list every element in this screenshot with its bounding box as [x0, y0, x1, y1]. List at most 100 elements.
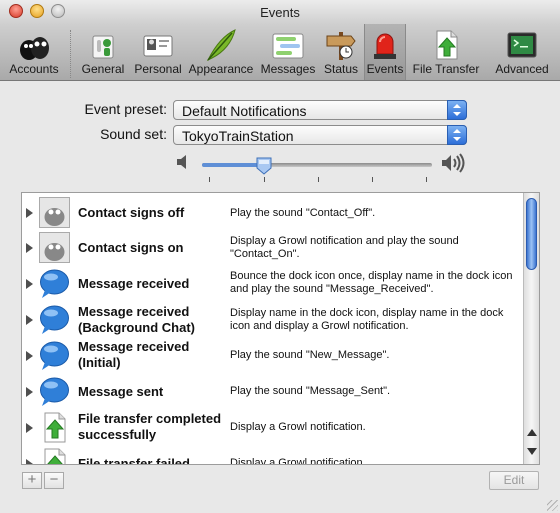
list-scrollbar[interactable] [523, 193, 539, 464]
event-name: Contact signs on [78, 240, 184, 255]
popup-arrows-icon [447, 125, 467, 145]
sound-set-label: Sound set: [100, 126, 167, 142]
volume-high-icon [441, 153, 467, 173]
event-description: Play the sound "Message_Sent". [230, 385, 391, 397]
volume-low-icon [176, 154, 190, 170]
event-description: Play the sound "New_Message". [230, 349, 390, 361]
event-name: File transfer completed successfully [78, 411, 222, 442]
toolbar-separator [70, 30, 71, 78]
volume-tick [426, 177, 427, 182]
toolbar-advanced[interactable]: Advanced [486, 24, 558, 80]
scroll-down-arrow-icon[interactable] [527, 448, 537, 455]
event-description: Display name in the dock icon, display n… [230, 307, 504, 332]
file-transfer-icon [429, 28, 463, 62]
disclosure-triangle-icon[interactable] [26, 423, 33, 433]
toolbar-label: Personal [134, 62, 182, 76]
speech-bubble-icon [39, 304, 70, 335]
events-list: Contact signs off Play the sound "Contac… [21, 192, 540, 465]
event-name: Message sent [78, 384, 164, 399]
event-row[interactable]: Message sent Play the sound "Message_Sen… [22, 374, 522, 410]
speech-bubble-icon [39, 376, 70, 407]
general-switch-icon [86, 28, 120, 62]
sound-set-popup[interactable]: TokyoTrainStation [173, 125, 467, 145]
contact-shadow-icon [39, 197, 70, 228]
toolbar-label: General [81, 62, 125, 76]
event-description: Display a Growl notification. [230, 421, 366, 433]
toolbar-general[interactable]: General [78, 24, 128, 80]
event-name: Message received (Initial) [78, 339, 190, 370]
toolbar-status[interactable]: Status [320, 24, 362, 80]
accounts-icon [17, 28, 51, 62]
toolbar-label: Status [323, 62, 359, 76]
event-row[interactable]: Message received (Background Chat) Displ… [22, 302, 522, 338]
resize-grip-icon[interactable] [547, 500, 558, 511]
volume-tick [318, 177, 319, 182]
preferences-toolbar: Accounts General Personal Appearance Mes… [0, 24, 560, 81]
toolbar-messages[interactable]: Messages [258, 24, 318, 80]
toolbar-label: Messages [260, 62, 316, 76]
file-transfer-icon [39, 448, 70, 464]
speech-bubble-icon [39, 340, 70, 371]
disclosure-triangle-icon[interactable] [26, 351, 33, 361]
remove-event-button[interactable]: − [44, 472, 64, 489]
events-pane: Event preset: Default Notifications Soun… [0, 81, 560, 513]
event-description: Display a Growl notification and play th… [230, 235, 459, 260]
popup-arrows-icon [447, 100, 467, 120]
siren-icon [368, 28, 402, 62]
feather-icon [204, 28, 238, 62]
disclosure-triangle-icon[interactable] [26, 279, 33, 289]
toolbar-file-transfer[interactable]: File Transfer [408, 24, 484, 80]
volume-tick [372, 177, 373, 182]
toolbar-appearance[interactable]: Appearance [186, 24, 256, 80]
disclosure-triangle-icon[interactable] [26, 243, 33, 253]
event-description: Display a Growl notification. [230, 457, 366, 465]
event-description: Play the sound "Contact_Off". [230, 207, 376, 219]
toolbar-label: Accounts [9, 62, 59, 76]
messages-icon [271, 28, 305, 62]
event-name: Message received (Background Chat) [78, 304, 195, 335]
event-row[interactable]: Message received Bounce the dock icon on… [22, 266, 522, 302]
toolbar-label: File Transfer [412, 62, 480, 76]
toolbar-label: Advanced [495, 62, 549, 76]
scrollbar-thumb[interactable] [526, 198, 537, 270]
volume-tick [209, 177, 210, 182]
scroll-up-arrow-icon[interactable] [527, 429, 537, 436]
volume-tick [264, 177, 265, 182]
volume-slider-track[interactable] [202, 163, 432, 167]
event-name: Contact signs off [78, 205, 185, 220]
sound-set-value: TokyoTrainStation [182, 128, 294, 144]
event-row[interactable]: File transfer failed Display a Growl not… [22, 446, 522, 465]
event-row[interactable]: Contact signs on Display a Growl notific… [22, 230, 522, 266]
add-event-button[interactable]: + [22, 472, 42, 489]
window-title: Events [260, 5, 300, 20]
event-row[interactable]: File transfer completed successfully Dis… [22, 410, 522, 446]
event-description: Bounce the dock icon once, display name … [230, 270, 513, 295]
contact-shadow-icon [39, 232, 70, 263]
advanced-terminal-icon [505, 28, 539, 62]
event-row[interactable]: Message received (Initial) Play the soun… [22, 338, 522, 374]
disclosure-triangle-icon[interactable] [26, 315, 33, 325]
disclosure-triangle-icon[interactable] [26, 459, 33, 464]
toolbar-label: Appearance [188, 62, 254, 76]
disclosure-triangle-icon[interactable] [26, 387, 33, 397]
file-transfer-icon [39, 412, 70, 443]
event-preset-label: Event preset: [84, 101, 168, 117]
preferences-window: Events Accounts General Personal Appeara… [0, 0, 560, 513]
personal-card-icon [141, 28, 175, 62]
speech-bubble-icon [39, 268, 70, 299]
event-row[interactable]: Contact signs off Play the sound "Contac… [22, 195, 522, 231]
toolbar-personal[interactable]: Personal [130, 24, 186, 80]
event-preset-value: Default Notifications [182, 103, 307, 119]
event-name: Message received [78, 276, 190, 291]
toolbar-accounts[interactable]: Accounts [2, 24, 66, 80]
status-signpost-icon [324, 28, 358, 62]
event-name: File transfer failed [78, 456, 190, 465]
volume-slider-fill [202, 163, 265, 167]
disclosure-triangle-icon[interactable] [26, 208, 33, 218]
volume-slider-knob[interactable] [256, 157, 272, 175]
title-bar: Events [0, 0, 560, 24]
event-preset-popup[interactable]: Default Notifications [173, 100, 467, 120]
toolbar-events[interactable]: Events [364, 24, 406, 80]
edit-button[interactable]: Edit [489, 471, 539, 490]
toolbar-label: Events [366, 62, 404, 76]
